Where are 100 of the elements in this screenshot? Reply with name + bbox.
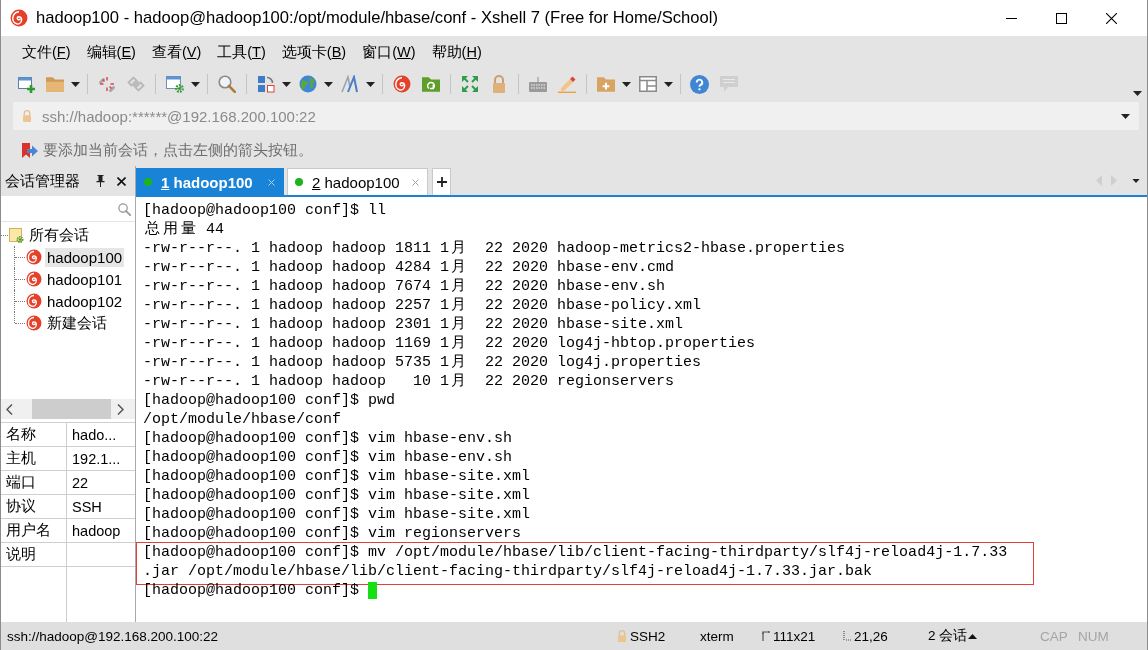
terminal-line: [hadoop@hadoop100 conf]$ vim hbase-site.xml [143,467,531,486]
folder-gear-icon [9,227,24,243]
caret-icon[interactable] [71,81,80,87]
new-tab-button[interactable] [432,168,451,195]
tree-item[interactable]: hadoop100 [45,247,125,267]
window-gear-icon[interactable] [165,75,184,93]
terminal-line: [hadoop@hadoop100 conf]$ vim hbase-env.sh [143,448,513,467]
terminal-line: -rw-r--r--. 1 hadoop hadoop 4284 1月 22 2020 hbase-env.cmd [143,258,675,277]
caret-icon[interactable] [664,81,673,87]
session-tab[interactable]: 2 hadoop100 [287,168,428,195]
menu-item[interactable]: 窗口(W) [354,40,424,64]
lock-icon [617,630,627,642]
menu-item[interactable]: 编辑(E) [78,40,144,64]
menu-item[interactable]: 工具(T) [209,40,274,64]
caret-icon[interactable] [622,81,631,87]
terminal-line: -rw-r--r--. 1 hadoop hadoop 7674 1月 22 2020 hbase-env.sh [143,277,666,296]
caret-icon[interactable] [1121,113,1130,119]
layout-icon[interactable] [638,76,657,92]
hint-text: 要添加当前会话，点击左侧的箭头按钮。 [43,140,313,160]
maximize-icon[interactable] [1055,12,1067,24]
resize-icon [762,631,770,641]
minimize-icon[interactable] [1005,17,1017,19]
close-icon[interactable] [117,176,126,186]
property-value: hadoop [67,519,135,543]
folder-arrow-icon[interactable] [421,76,440,92]
folder-icon[interactable] [45,76,64,92]
plus-icon [436,177,447,187]
spiral-logo-icon [10,9,28,27]
terminal-line: [hadoop@hadoop100 conf]$ ll [143,201,387,220]
cursor-position: 21,26 [854,628,888,644]
spiral-logo-icon [26,315,42,331]
window-title: hadoop100 - hadoop@hadoop100:/opt/module/hbase/conf - Xshell 7 (Free for Home/School) [36,8,718,28]
horizontal-scrollbar[interactable] [1,399,135,419]
terminal-line: -rw-r--r--. 1 hadoop hadoop 5735 1月 22 2020 log4j.properties [143,353,702,372]
help-icon[interactable] [690,74,709,94]
caret-up-icon[interactable] [968,633,977,639]
session-count[interactable]: 2 会话 [928,627,968,645]
terminal-line: [hadoop@hadoop100 conf]$ vim hbase-env.sh [143,429,513,448]
property-value: SSH [67,495,135,519]
slanted-strokes-icon[interactable] [340,75,359,93]
tree-item[interactable]: 新建会话 [45,312,109,334]
tree-item[interactable]: 所有会话 [27,224,91,246]
cursor-position-icon [843,631,851,641]
menu-item[interactable]: 查看(V) [143,40,210,64]
caret-icon[interactable] [366,81,375,87]
terminal-line: /opt/module/hbase/conf [143,410,342,429]
key-indicator: NUM [1078,628,1109,644]
scrollbar-thumb[interactable] [32,399,111,419]
protocol-label: SSH2 [630,628,666,644]
tree-item[interactable]: hadoop101 [45,269,125,289]
spiral-logo-icon [26,271,42,287]
terminal-line: .jar /opt/module/hbase/lib/client-facing-thirdparty/slf4j-reload4j-1.7.33.jar.bak [143,562,873,581]
property-value: hado... [67,423,135,447]
terminal-line: [hadoop@hadoop100 conf]$ vim hbase-site.xml [143,505,531,524]
broken-link-icon[interactable] [97,75,116,93]
property-label: 名称 [1,423,67,447]
pen-icon[interactable] [557,75,576,93]
caret-icon[interactable] [324,81,333,87]
terminal-line: -rw-r--r--. 1 hadoop hadoop 1169 1月 22 2020 log4j-hbtop.properties [143,334,756,353]
menu-item[interactable]: 选项卡(B) [273,40,355,64]
caret-icon[interactable] [282,81,291,87]
terminal-line: [hadoop@hadoop100 conf]$ vim hbase-site.xml [143,486,531,505]
chevron-left-icon[interactable] [6,403,13,415]
bookmark-arrow-icon[interactable] [21,141,38,159]
menu-item[interactable]: 文件(F) [14,40,79,64]
lock-icon [22,110,32,122]
caret-icon[interactable] [1132,178,1140,183]
terminal-size: 111x21 [773,628,816,644]
terminal-line: -rw-r--r--. 1 hadoop hadoop 10 1月 22 2020 regionservers [143,372,675,391]
spiral-logo-icon [26,293,42,309]
menu-item[interactable]: 帮助(H) [423,40,490,64]
property-label: 主机 [1,447,67,471]
spiral-logo-icon[interactable] [392,75,411,93]
new-window-icon[interactable] [16,75,35,93]
terminal-line: [hadoop@hadoop100 conf]$ pwd [143,391,396,410]
search-icon[interactable] [217,75,236,93]
tree-item[interactable]: hadoop102 [45,291,125,311]
keyboard-icon[interactable] [528,76,547,92]
folder-plus-icon[interactable] [596,76,615,92]
terminal[interactable] [136,197,1147,622]
terminal-type: xterm [700,628,734,644]
address-text: ssh://hadoop:******@192.168.200.100:22 [42,107,316,125]
key-indicator: CAP [1040,628,1068,644]
terminal-line: [hadoop@hadoop100 conf]$ mv /opt/module/hbase/lib/client-facing-thirdparty/slf4j-reload4j-1.7.33 [143,543,1008,562]
session-tab[interactable]: 1 hadoop100 [136,168,284,195]
terminal-line: [hadoop@hadoop100 conf]$ [143,581,360,600]
caret-icon[interactable] [191,81,200,87]
panel-title: 会话管理器 [5,171,80,191]
search-icon[interactable] [118,202,131,216]
terminal-line: -rw-r--r--. 1 hadoop hadoop 2301 1月 22 2020 hbase-site.xml [143,315,684,334]
property-value: 192.1... [67,447,135,471]
globe-icon[interactable] [298,75,317,93]
expand-arrows-icon[interactable] [460,75,479,93]
property-label: 用户名 [1,519,67,543]
squares-arrow-icon[interactable] [256,75,275,93]
terminal-line: -rw-r--r--. 1 hadoop hadoop 2257 1月 22 2020 hbase-policy.xml [143,296,702,315]
close-icon[interactable] [1105,12,1117,24]
chevron-right-icon[interactable] [117,403,124,415]
caret-icon[interactable] [1133,91,1142,96]
pin-icon[interactable] [96,175,105,187]
